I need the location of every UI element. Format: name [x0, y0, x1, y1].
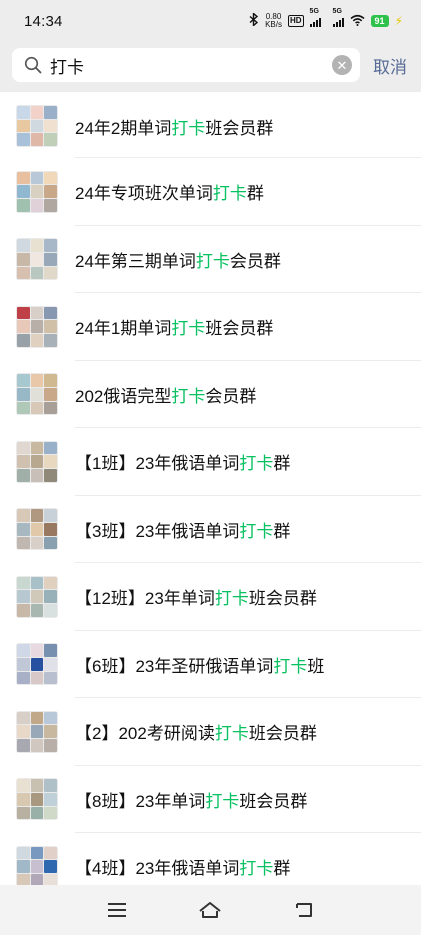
network-speed: 0.80 KB/s [265, 13, 282, 29]
title-text: 会员群 [205, 386, 257, 406]
search-icon [22, 54, 44, 76]
result-item[interactable]: 【4班】23年俄语单词打卡群 [0, 833, 421, 885]
group-avatar [16, 778, 58, 821]
keyword-highlight: 打卡 [171, 386, 206, 406]
title-text: 班 [307, 656, 325, 676]
status-icons: 0.80 KB/s HD 5G 5G 91 ⚡ [249, 8, 403, 29]
title-text: 班会员群 [205, 319, 274, 339]
title-text: 群 [246, 184, 264, 204]
group-avatar [16, 508, 58, 551]
title-text: 班会员群 [248, 589, 317, 609]
clear-icon[interactable]: ✕ [332, 55, 352, 75]
keyword-highlight: 打卡 [171, 319, 206, 339]
result-title: 【12班】23年单词打卡班会员群 [75, 584, 317, 609]
keyword-highlight: 打卡 [239, 454, 274, 474]
title-text: 【12班】23年单词 [75, 589, 215, 609]
result-item[interactable]: 【3班】23年俄语单词打卡群 [0, 496, 421, 564]
keyword-highlight: 打卡 [239, 859, 274, 879]
battery-level: 91 [370, 15, 389, 27]
result-item[interactable]: 【1班】23年俄语单词打卡群 [0, 428, 421, 496]
group-avatar [16, 575, 58, 618]
bluetooth-icon [249, 11, 259, 29]
title-text: 群 [273, 454, 291, 474]
system-navigation-bar [0, 885, 421, 935]
title-text: 班会员群 [205, 118, 274, 138]
menu-icon[interactable] [97, 890, 137, 930]
result-item[interactable]: 【2】202考研阅读打卡班会员群 [0, 698, 421, 766]
search-results-list: 24年2期单词打卡班会员群 24年专项班次单词打卡群 24年第三期单词打卡会员群 24… [0, 92, 421, 885]
sim1-label: 5G [309, 8, 319, 15]
group-avatar [16, 440, 58, 483]
group-avatar [16, 845, 58, 885]
back-icon[interactable] [284, 890, 324, 930]
result-item[interactable]: 24年第三期单词打卡会员群 [0, 226, 421, 294]
search-bar: ✕ 取消 [0, 42, 421, 88]
title-text: 24年2期单词 [75, 118, 172, 138]
result-title: 【2】202考研阅读打卡班会员群 [75, 719, 317, 744]
title-text: 【4班】23年俄语单词 [75, 859, 240, 879]
group-avatar [16, 170, 58, 213]
result-title: 【3班】23年俄语单词打卡群 [75, 517, 290, 542]
title-text: 群 [273, 859, 291, 879]
result-title: 202俄语完型打卡会员群 [75, 382, 256, 407]
result-title: 24年专项班次单词打卡群 [75, 179, 264, 204]
status-time: 14:34 [24, 12, 63, 30]
result-item[interactable]: 【12班】23年单词打卡班会员群 [0, 563, 421, 631]
title-text: 班会员群 [239, 791, 308, 811]
search-box[interactable]: ✕ [12, 48, 360, 82]
title-text: 群 [273, 521, 291, 541]
title-text: 【2】202考研阅读 [75, 724, 215, 744]
group-avatar [16, 305, 58, 348]
keyword-highlight: 打卡 [214, 724, 249, 744]
cancel-button[interactable]: 取消 [373, 53, 407, 78]
title-text: 24年专项班次单词 [75, 184, 213, 204]
keyword-highlight: 打卡 [214, 589, 249, 609]
result-title: 【4班】23年俄语单词打卡群 [75, 854, 290, 879]
wifi-icon [350, 14, 365, 29]
keyword-highlight: 打卡 [273, 656, 308, 676]
result-item[interactable]: 24年1期单词打卡班会员群 [0, 293, 421, 361]
title-text: 【1班】23年俄语单词 [75, 454, 240, 474]
status-bar: 14:34 0.80 KB/s HD 5G 5G 91 ⚡ [0, 0, 421, 42]
group-avatar [16, 643, 58, 686]
keyword-highlight: 打卡 [205, 791, 240, 811]
home-icon[interactable] [190, 890, 230, 930]
title-text: 【6班】23年圣研俄语单词 [75, 656, 274, 676]
keyword-highlight: 打卡 [212, 184, 247, 204]
result-item[interactable]: 【8班】23年单词打卡班会员群 [0, 766, 421, 834]
keyword-highlight: 打卡 [239, 521, 274, 541]
result-item[interactable]: 202俄语完型打卡会员群 [0, 361, 421, 429]
keyword-highlight: 打卡 [171, 118, 206, 138]
group-avatar [16, 710, 58, 753]
result-title: 24年1期单词打卡班会员群 [75, 314, 273, 339]
title-text: 会员群 [229, 251, 281, 271]
signal-icon-sim1: 5G [309, 8, 321, 27]
group-avatar [16, 105, 58, 147]
group-avatar [16, 238, 58, 281]
keyword-highlight: 打卡 [195, 251, 230, 271]
title-text: 24年第三期单词 [75, 251, 196, 271]
result-item[interactable]: 【6班】23年圣研俄语单词打卡班 [0, 631, 421, 699]
title-text: 班会员群 [248, 724, 317, 744]
result-title: 24年2期单词打卡班会员群 [75, 114, 273, 139]
hd-badge: HD [287, 15, 304, 27]
signal-icon-sim2: 5G [332, 8, 344, 27]
result-title: 【1班】23年俄语单词打卡群 [75, 449, 290, 474]
title-text: 【8班】23年单词 [75, 791, 206, 811]
network-speed-unit: KB/s [265, 20, 282, 29]
result-title: 【6班】23年圣研俄语单词打卡班 [75, 652, 324, 677]
title-text: 24年1期单词 [75, 319, 172, 339]
sim2-label: 5G [332, 8, 342, 15]
result-item[interactable]: 24年专项班次单词打卡群 [0, 158, 421, 226]
title-text: 202俄语完型 [75, 386, 172, 406]
result-item[interactable]: 24年2期单词打卡班会员群 [0, 94, 421, 158]
search-input[interactable] [50, 55, 332, 75]
group-avatar [16, 373, 58, 416]
title-text: 【3班】23年俄语单词 [75, 521, 240, 541]
result-title: 24年第三期单词打卡会员群 [75, 247, 281, 272]
result-title: 【8班】23年单词打卡班会员群 [75, 787, 307, 812]
charging-icon: ⚡ [394, 14, 403, 28]
